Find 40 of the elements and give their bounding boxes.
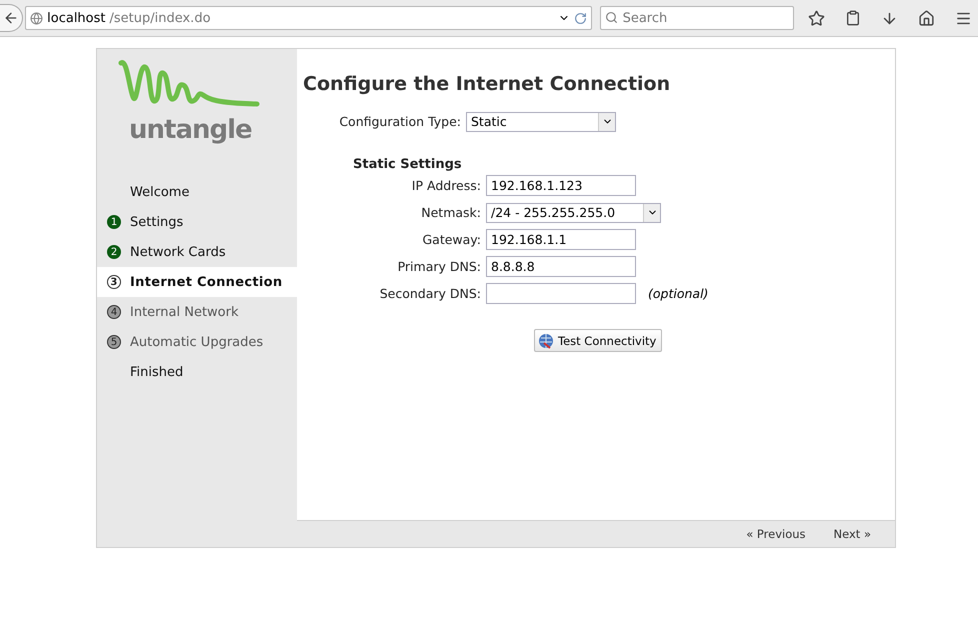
- optional-note: (optional): [648, 286, 708, 301]
- field-label: Gateway:: [421, 232, 481, 247]
- step-item[interactable]: Welcome: [97, 177, 297, 207]
- field-label: Secondary DNS:: [378, 286, 481, 301]
- step-item[interactable]: Finished: [97, 357, 297, 387]
- input-field[interactable]: [486, 283, 636, 304]
- step-number: 3: [107, 275, 121, 289]
- star-icon[interactable]: [808, 10, 825, 26]
- section-title: Static Settings: [353, 157, 462, 172]
- home-icon[interactable]: [918, 10, 936, 26]
- input-field[interactable]: 192.168.1.123: [486, 175, 636, 196]
- field-label: Configuration Type:: [338, 114, 461, 129]
- address-bar[interactable]: localhost /setup/index.do: [25, 6, 592, 30]
- url-host: localhost: [47, 10, 106, 26]
- logo-text: untangle: [129, 115, 252, 145]
- page-title: Configure the Internet Connection: [303, 73, 670, 95]
- input-field[interactable]: 8.8.8.8: [486, 256, 636, 277]
- globe-icon: [538, 332, 554, 348]
- search-icon: [604, 11, 618, 24]
- configuration-type-select[interactable]: Static: [466, 112, 616, 132]
- globe-icon: [30, 12, 44, 24]
- netmask-select[interactable]: /24 - 255.255.255.0: [486, 202, 661, 222]
- back-button[interactable]: [0, 4, 24, 32]
- clipboard-icon[interactable]: [844, 10, 861, 26]
- search-field[interactable]: Search: [600, 6, 794, 30]
- step-number: 5: [107, 335, 121, 349]
- next-link[interactable]: Next »: [834, 527, 871, 541]
- url-path: /setup/index.do: [110, 10, 212, 26]
- step-item[interactable]: 3 Internet Connection: [97, 267, 297, 297]
- step-number: 1: [107, 215, 121, 229]
- input-field[interactable]: 192.168.1.1: [486, 229, 636, 250]
- step-item[interactable]: 1 Settings: [97, 207, 297, 237]
- step-item[interactable]: 2 Network Cards: [97, 237, 297, 267]
- step-number: 2: [107, 245, 121, 259]
- field-label: Netmask:: [420, 205, 481, 220]
- test-connectivity-button[interactable]: Test Connectivity: [534, 329, 662, 352]
- previous-link[interactable]: « Previous: [746, 527, 806, 541]
- step-number: 4: [107, 305, 121, 319]
- field-label: Primary DNS:: [396, 259, 481, 274]
- field-label: IP Address:: [410, 178, 481, 193]
